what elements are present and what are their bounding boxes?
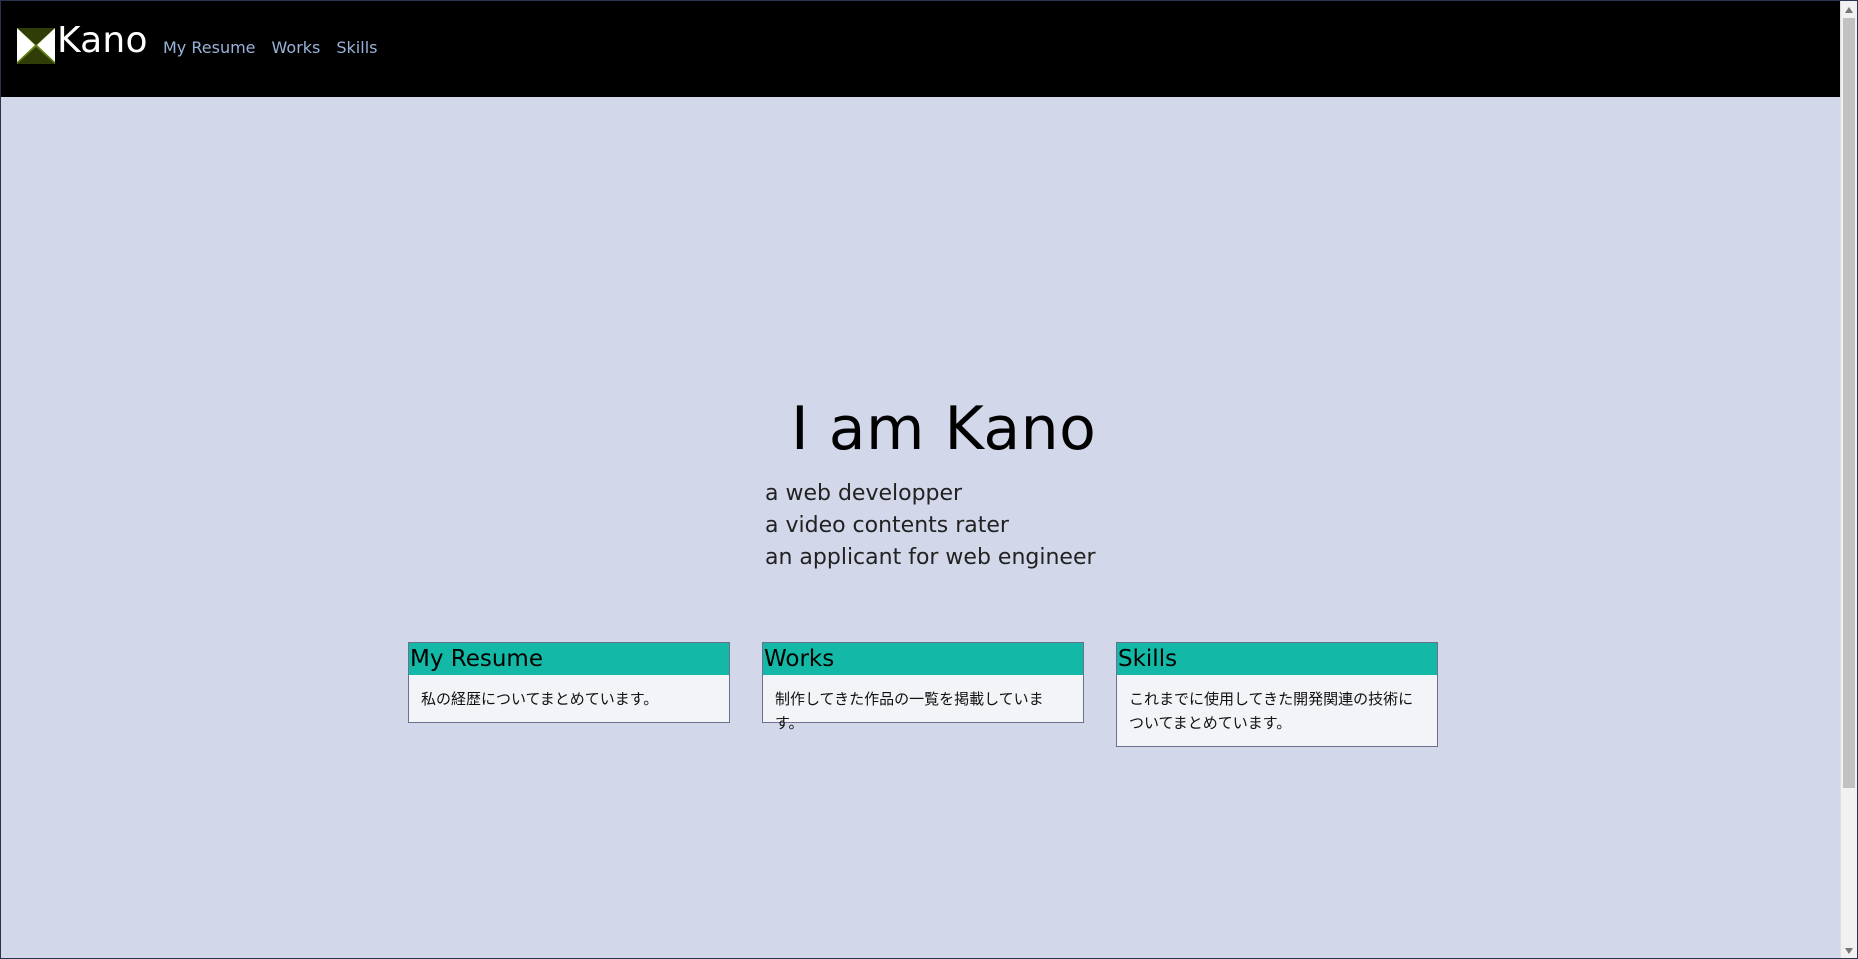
page-frame: Kano My Resume Works Skills I am Kano a … (0, 0, 1858, 959)
card-skills[interactable]: Skills これまでに使用してきた開発関連の技術についてまとめています。 (1116, 642, 1438, 747)
top-navigation-bar: Kano My Resume Works Skills (1, 1, 1842, 97)
nav-skills[interactable]: Skills (336, 40, 377, 56)
nav-my-resume[interactable]: My Resume (163, 40, 256, 56)
scroll-up-icon[interactable] (1845, 7, 1853, 13)
card-title: My Resume (409, 643, 729, 675)
nav-works[interactable]: Works (272, 40, 321, 56)
card-description: これまでに使用してきた開発関連の技術についてまとめています。 (1129, 690, 1414, 732)
brand-name[interactable]: Kano (57, 23, 148, 59)
card-works[interactable]: Works 制作してきた作品の一覧を掲載しています。 (762, 642, 1084, 732)
hero-line-video-rater: a video contents rater (765, 513, 1009, 538)
card-title: Skills (1117, 643, 1437, 675)
hero-title: I am Kano (791, 394, 1097, 464)
scroll-down-icon[interactable] (1845, 948, 1853, 954)
vertical-scrollbar[interactable] (1840, 1, 1857, 958)
scrollbar-thumb[interactable] (1843, 18, 1855, 788)
card-title: Works (763, 643, 1083, 675)
hero-line-web-developer: a web developper (765, 481, 963, 506)
kano-logo-icon[interactable] (17, 28, 55, 64)
card-description: 制作してきた作品の一覧を掲載しています。 (775, 690, 1044, 732)
main-nav: My Resume Works Skills (163, 40, 377, 56)
hero-subtitle-lines: a web developper a video contents rater … (765, 478, 1096, 574)
card-description: 私の経歴についてまとめています。 (421, 690, 659, 708)
hero-line-applicant: an applicant for web engineer (765, 545, 1096, 570)
card-my-resume[interactable]: My Resume 私の経歴についてまとめています。 (408, 642, 730, 723)
